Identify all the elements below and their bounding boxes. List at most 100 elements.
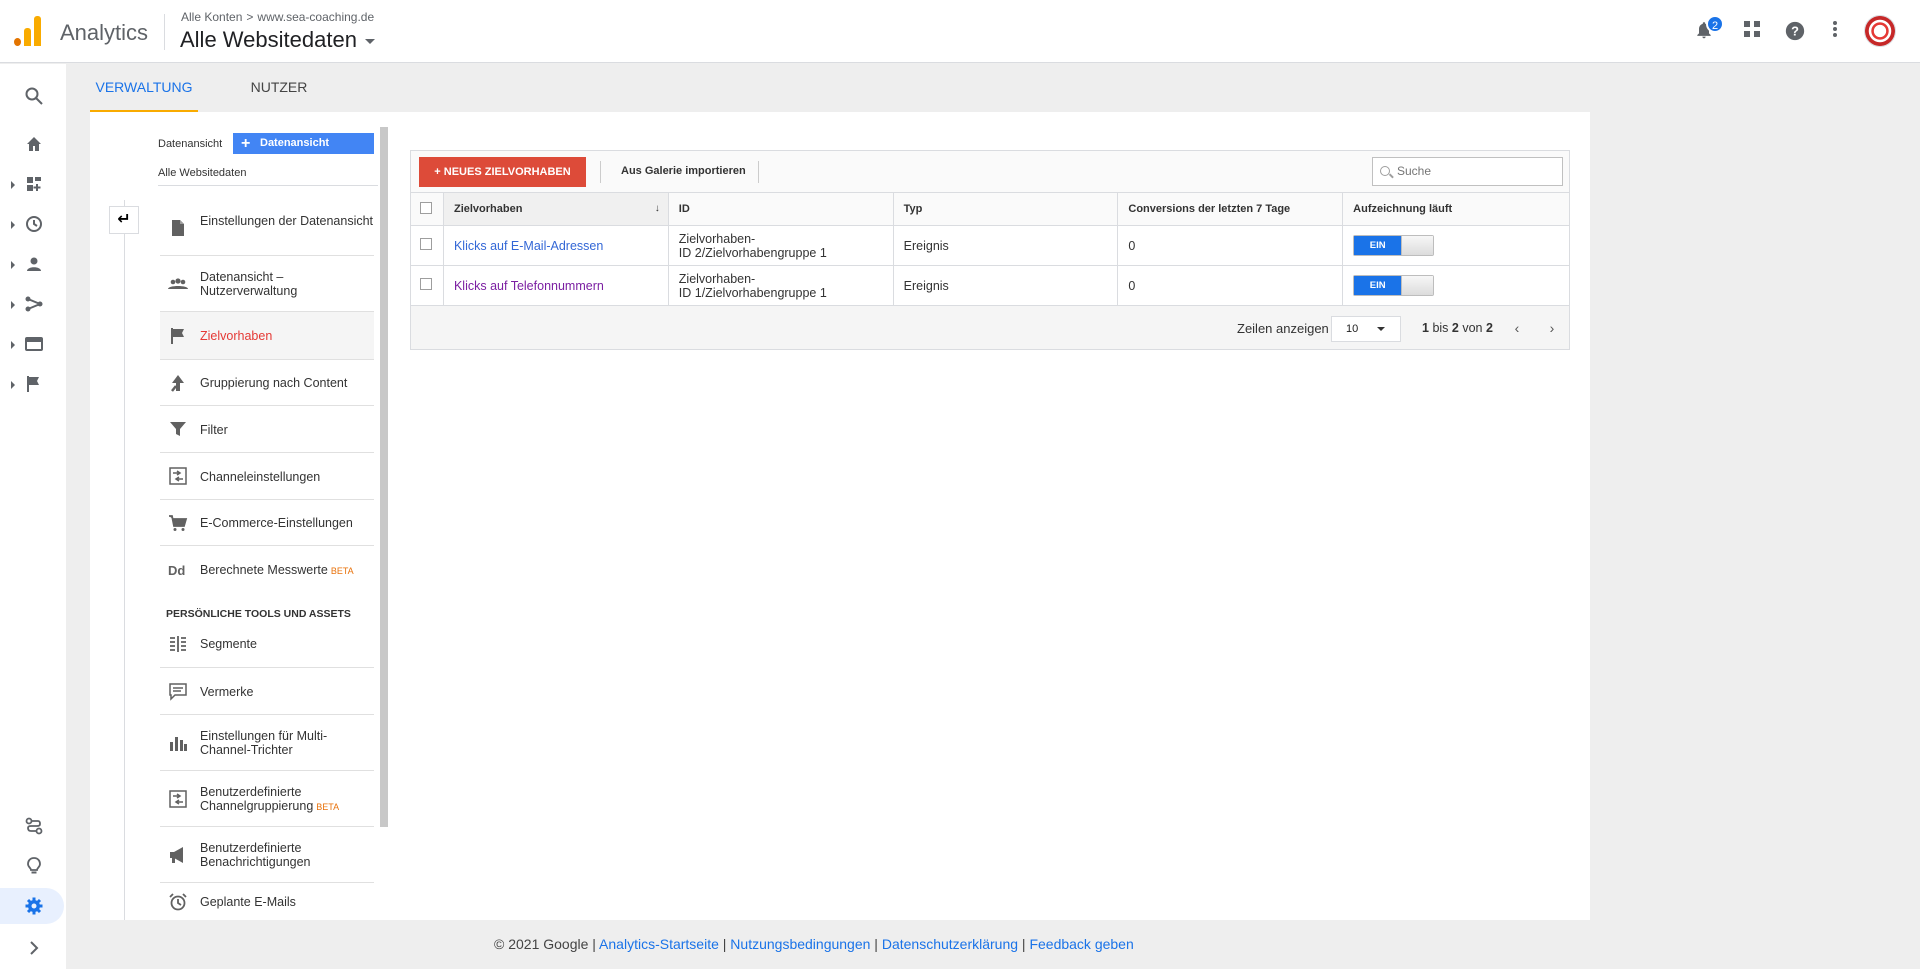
import-from-gallery-button[interactable]: Aus Galerie importieren xyxy=(621,165,746,177)
current-view-name[interactable]: Alle Websitedaten xyxy=(158,167,246,179)
footer-link-analytics-home[interactable]: Analytics-Startseite xyxy=(599,936,719,952)
tab-nutzer[interactable]: NUTZER xyxy=(240,64,318,112)
top-app-bar: Analytics Alle Konten > www.sea-coaching.d… xyxy=(0,0,1920,63)
view-column-label: Datenansicht xyxy=(158,138,223,150)
admin-gear-icon[interactable] xyxy=(0,888,64,924)
search-icon[interactable] xyxy=(0,78,66,114)
recording-toggle[interactable]: EIN xyxy=(1353,235,1435,256)
row-checkbox-cell[interactable] xyxy=(410,265,444,306)
segments-icon xyxy=(170,636,186,652)
filter-icon xyxy=(170,422,186,436)
dd-icon: Dd xyxy=(168,563,185,578)
new-goal-button[interactable]: + NEUES ZIELVORHABEN xyxy=(419,157,586,187)
acquisition-icon[interactable] xyxy=(0,286,66,322)
account-avatar[interactable] xyxy=(1864,15,1896,47)
create-view-button[interactable]: + Datenansicht erstellen xyxy=(233,133,374,170)
goal-conversions-cell: 0 xyxy=(1117,225,1344,266)
goal-id-cell: Zielvorhaben- ID 2/Zielvorhabengruppe 1 xyxy=(668,225,894,266)
dropdown-caret-icon xyxy=(1377,327,1385,331)
view-selector[interactable]: Alle Websitedaten xyxy=(180,27,375,53)
table-row: Klicks auf E-Mail-Adressen Zielvorhaben-… xyxy=(410,225,1570,266)
menu-annotations[interactable]: Vermerke xyxy=(160,668,374,715)
svg-text:Dd: Dd xyxy=(168,563,185,578)
lightbulb-icon[interactable] xyxy=(0,848,66,884)
footer-link-feedback[interactable]: Feedback geben xyxy=(1029,936,1133,952)
menu-channel-settings[interactable]: Channeleinstellungen xyxy=(160,453,374,500)
apps-grid-icon[interactable] xyxy=(1740,20,1764,44)
column-header-goal[interactable]: Zielvorhaben ↓ xyxy=(443,192,669,226)
range-start: 1 xyxy=(1422,321,1429,335)
analytics-logo-icon[interactable] xyxy=(14,16,42,46)
breadcrumb[interactable]: Alle Konten > www.sea-coaching.de xyxy=(181,10,374,24)
menu-label: E-Commerce-Einstellungen xyxy=(200,516,353,530)
breadcrumb-account[interactable]: Alle Konten xyxy=(181,10,242,24)
expand-arrow-icon xyxy=(11,301,15,309)
menu-ecommerce-settings[interactable]: E-Commerce-Einstellungen xyxy=(160,500,374,546)
search-input[interactable]: Suche xyxy=(1372,157,1563,186)
search-placeholder: Suche xyxy=(1397,164,1432,178)
goal-id-line1: Zielvorhaben- xyxy=(678,271,756,286)
more-vert-icon[interactable] xyxy=(1823,20,1847,44)
realtime-clock-icon[interactable] xyxy=(0,206,66,242)
menu-custom-alerts[interactable]: Benutzerdefinierte Benachrichtigungen xyxy=(160,827,374,883)
menu-multichannel-settings[interactable]: Einstellungen für Multi-Channel-Trichter xyxy=(160,715,374,771)
goal-name-cell: Klicks auf Telefonnummern xyxy=(443,265,669,306)
footer-link-terms[interactable]: Nutzungsbedingungen xyxy=(730,936,870,952)
range-total: 2 xyxy=(1485,321,1493,335)
menu-filter[interactable]: Filter xyxy=(160,406,374,453)
menu-label: Benutzerdefinierte Channelgruppierung BET… xyxy=(200,785,374,814)
goal-name-cell: Klicks auf E-Mail-Adressen xyxy=(443,225,669,266)
select-all-checkbox-cell[interactable] xyxy=(410,192,444,226)
row-checkbox[interactable] xyxy=(420,278,432,290)
admin-scrollbar[interactable] xyxy=(380,127,388,827)
menu-label: Benutzerdefinierte Benachrichtigungen xyxy=(200,841,311,869)
plus-icon: + xyxy=(241,135,251,152)
back-arrow-icon[interactable]: ↵ xyxy=(109,206,139,234)
previous-page-chevron-icon[interactable]: ‹ xyxy=(1511,320,1523,336)
copyright-text: © 2021 Google xyxy=(494,936,589,952)
menu-calculated-metrics[interactable]: Dd Berechnete Messwerte BETA xyxy=(160,546,374,594)
row-checkbox[interactable] xyxy=(420,238,432,250)
footer-link-privacy[interactable]: Datenschutzerklärung xyxy=(882,936,1018,952)
home-icon[interactable] xyxy=(0,126,66,162)
breadcrumb-property[interactable]: www.sea-coaching.de xyxy=(257,10,374,24)
menu-content-grouping[interactable]: Gruppierung nach Content xyxy=(160,360,374,406)
row-checkbox-cell[interactable] xyxy=(410,225,444,266)
menu-goals[interactable]: Zielvorhaben xyxy=(160,312,374,360)
tab-verwaltung[interactable]: VERWALTUNG xyxy=(90,64,198,112)
view-name: Alle Websitedaten xyxy=(180,27,357,52)
app-name[interactable]: Analytics xyxy=(60,20,148,46)
menu-scheduled-emails[interactable]: Geplante E-Mails xyxy=(160,883,374,920)
menu-custom-channel-grouping[interactable]: Benutzerdefinierte Channelgruppierung BET… xyxy=(160,771,374,827)
customization-icon[interactable] xyxy=(0,166,66,202)
next-page-chevron-icon[interactable]: › xyxy=(1546,320,1558,336)
bar-chart-icon xyxy=(170,737,187,751)
table-row: Klicks auf Telefonnummern Zielvorhaben- I… xyxy=(410,265,1570,306)
range-of-word: von xyxy=(1462,321,1483,335)
menu-view-settings[interactable]: Einstellungen der Datenansicht xyxy=(160,200,374,256)
column-header-conversions[interactable]: Conversions der letzten 7 Tage xyxy=(1117,192,1344,226)
channel-grouping-icon xyxy=(169,790,187,808)
expand-nav-chevron-icon[interactable] xyxy=(0,930,66,966)
column-header-recording[interactable]: Aufzeichnung läuft xyxy=(1342,192,1570,226)
conversions-flag-icon[interactable] xyxy=(0,366,66,402)
menu-view-user-management[interactable]: Datenansicht – Nutzerverwaltung xyxy=(160,256,374,312)
menu-segments[interactable]: Segmente xyxy=(160,620,374,668)
divider xyxy=(158,185,378,186)
column-header-id[interactable]: ID xyxy=(668,192,894,226)
column-header-type[interactable]: Typ xyxy=(893,192,1119,226)
toolbar-divider xyxy=(758,161,759,183)
attribution-icon[interactable] xyxy=(0,808,66,844)
audience-person-icon[interactable] xyxy=(0,246,66,282)
help-icon[interactable]: ? xyxy=(1783,20,1807,44)
menu-label: Vermerke xyxy=(200,685,254,699)
goal-name-link[interactable]: Klicks auf E-Mail-Adressen xyxy=(454,239,603,253)
menu-label: Filter xyxy=(200,423,228,437)
select-all-checkbox[interactable] xyxy=(420,201,432,214)
goal-name-link[interactable]: Klicks auf Telefonnummern xyxy=(454,279,604,293)
flag-icon xyxy=(171,328,184,344)
recording-toggle[interactable]: EIN xyxy=(1353,275,1435,296)
behavior-icon[interactable] xyxy=(0,326,66,362)
cart-icon xyxy=(169,515,188,531)
rows-per-page-select[interactable]: 10 xyxy=(1331,316,1401,342)
